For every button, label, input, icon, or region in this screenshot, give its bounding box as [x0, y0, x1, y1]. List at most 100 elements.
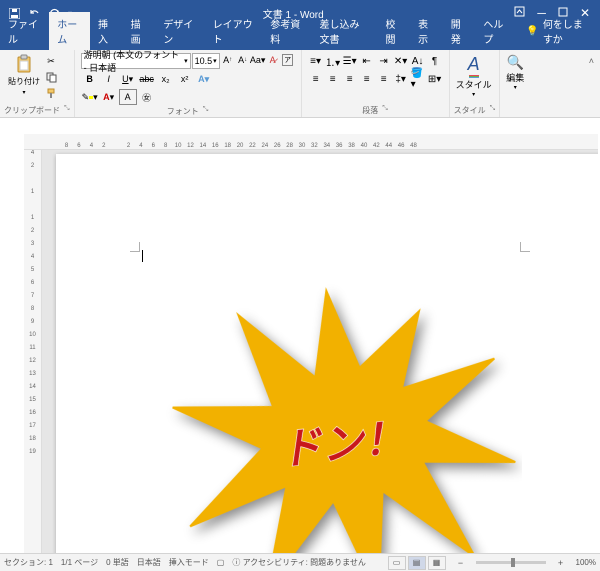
ribbon-group-clipboard: 貼り付け ▾ ✂ クリップボード ⤡: [0, 50, 75, 117]
show-marks-icon[interactable]: ¶: [427, 53, 443, 69]
align-right-icon[interactable]: ≡: [342, 71, 358, 87]
tab-insert[interactable]: 挿入: [90, 12, 123, 50]
line-spacing-icon[interactable]: ‡▾: [393, 71, 409, 87]
bullets-icon[interactable]: ≡▾: [308, 53, 324, 69]
ribbon-tabs: ファイル ホーム 挿入 描画 デザイン レイアウト 参考資料 差し込み文書 校閲…: [0, 26, 600, 50]
view-switcher: ▭ ▤ ▦: [388, 556, 446, 570]
numbering-icon[interactable]: ⒈▾: [325, 53, 341, 69]
tab-file[interactable]: ファイル: [0, 12, 49, 50]
styles-icon: A: [468, 54, 480, 75]
font-name-selector[interactable]: 游明朝 (本文のフォント - 日本語▾: [81, 53, 191, 69]
ribbon-group-font: 游明朝 (本文のフォント - 日本語▾ 10.5▾ A↑ A↓ Aa▾ A̷ ア…: [75, 50, 302, 117]
sort-icon[interactable]: A↓: [410, 53, 426, 69]
tab-home[interactable]: ホーム: [49, 12, 90, 50]
dialog-launcher-icon[interactable]: ⤡: [490, 105, 496, 116]
document-viewport: 8642246810121416182022242628303234363840…: [24, 134, 598, 553]
grow-font-icon[interactable]: A↑: [221, 53, 235, 67]
tab-developer[interactable]: 開発: [443, 12, 476, 50]
tab-references[interactable]: 参考資料: [262, 12, 311, 50]
tab-help[interactable]: ヘルプ: [475, 12, 516, 50]
dialog-launcher-icon[interactable]: ⤡: [203, 106, 209, 117]
change-case-icon[interactable]: Aa▾: [251, 53, 265, 67]
font-color-icon[interactable]: A▾: [100, 89, 118, 105]
font-group-label: フォント: [167, 106, 199, 117]
macro-record-icon[interactable]: ▢: [217, 558, 225, 567]
paragraph-group-label: 段落: [362, 105, 378, 116]
find-icon: 🔍: [507, 54, 524, 71]
zoom-slider[interactable]: [476, 561, 546, 564]
paste-label: 貼り付け: [8, 76, 40, 87]
status-lang[interactable]: 日本語: [137, 557, 161, 568]
shrink-font-icon[interactable]: A↓: [236, 53, 250, 67]
tab-layout[interactable]: レイアウト: [205, 12, 263, 50]
status-section[interactable]: セクション: 1: [4, 557, 53, 568]
editing-label: 編集: [506, 71, 524, 84]
zoom-in-icon[interactable]: +: [554, 556, 568, 570]
explosion-shape[interactable]: ドン！: [162, 280, 522, 553]
styles-label: スタイル: [456, 78, 492, 91]
italic-button[interactable]: I: [100, 71, 118, 87]
underline-button[interactable]: U▾: [119, 71, 137, 87]
increase-indent-icon[interactable]: ⇥: [376, 53, 392, 69]
align-left-icon[interactable]: ≡: [308, 71, 324, 87]
tab-mailings[interactable]: 差し込み文書: [312, 12, 378, 50]
styles-group-label: スタイル: [454, 105, 486, 116]
view-web-icon[interactable]: ▦: [428, 556, 446, 570]
status-page[interactable]: 1/1 ページ: [61, 557, 98, 568]
multilevel-icon[interactable]: ☰▾: [342, 53, 358, 69]
ribbon-group-styles: A スタイル ▾ スタイル ⤡: [450, 50, 501, 117]
cut-icon[interactable]: ✂: [44, 54, 58, 68]
tell-me[interactable]: 💡 何をしますか: [516, 12, 600, 50]
clipboard-group-label: クリップボード: [4, 105, 60, 116]
clear-format-icon[interactable]: A̷: [266, 53, 280, 67]
horizontal-ruler[interactable]: 8642246810121416182022242628303234363840…: [24, 134, 598, 150]
margin-mark-icon: [130, 242, 140, 252]
accessibility-status[interactable]: ⓘ アクセシビリティ: 問題ありません: [232, 557, 366, 568]
decrease-indent-icon[interactable]: ⇤: [359, 53, 375, 69]
font-size-selector[interactable]: 10.5▾: [192, 53, 220, 69]
bold-button[interactable]: B: [81, 71, 99, 87]
distribute-icon[interactable]: ≡: [376, 71, 392, 87]
highlight-icon[interactable]: ✎▾: [81, 89, 99, 105]
editing-button[interactable]: 🔍 編集 ▾: [504, 52, 526, 93]
status-bar: セクション: 1 1/1 ページ 0 単語 日本語 挿入モード ▢ ⓘ アクセシ…: [0, 553, 600, 571]
subscript-button[interactable]: x₂: [157, 71, 175, 87]
text-effects-icon[interactable]: A▾: [195, 71, 213, 87]
paste-button[interactable]: 貼り付け ▾: [4, 52, 44, 98]
borders-icon[interactable]: ⊞▾: [427, 71, 443, 87]
status-mode[interactable]: 挿入モード: [169, 557, 209, 568]
ribbon-group-paragraph: ≡▾ ⒈▾ ☰▾ ⇤ ⇥ ✕▾ A↓ ¶ ≡ ≡ ≡ ≡ ≡ ‡▾ 🪣▾: [302, 50, 450, 117]
enclose-char-icon[interactable]: ㊛: [138, 89, 156, 105]
dialog-launcher-icon[interactable]: ⤡: [64, 105, 70, 116]
phonetic-guide-icon[interactable]: ア: [281, 53, 295, 67]
styles-button[interactable]: A スタイル ▾: [454, 52, 494, 100]
collapse-ribbon-icon[interactable]: ˄: [589, 56, 594, 66]
margin-mark-icon: [520, 242, 530, 252]
copy-icon[interactable]: [44, 70, 58, 84]
tell-me-label: 何をしますか: [543, 16, 590, 46]
zoom-level[interactable]: 100%: [576, 558, 596, 567]
vertical-ruler[interactable]: 42112345678910111213141516171819: [24, 150, 42, 553]
superscript-button[interactable]: x²: [176, 71, 194, 87]
strikethrough-button[interactable]: abc: [138, 71, 156, 87]
char-shading-icon[interactable]: A: [119, 89, 137, 105]
clipboard-icon: [14, 54, 34, 74]
dialog-launcher-icon[interactable]: ⤡: [382, 105, 388, 116]
tab-review[interactable]: 校閲: [377, 12, 410, 50]
format-painter-icon[interactable]: [44, 86, 58, 100]
view-print-icon[interactable]: ▤: [408, 556, 426, 570]
document-area[interactable]: ドン！: [42, 150, 598, 553]
tab-design[interactable]: デザイン: [155, 12, 204, 50]
view-read-icon[interactable]: ▭: [388, 556, 406, 570]
tab-draw[interactable]: 描画: [123, 12, 156, 50]
status-words[interactable]: 0 単語: [106, 557, 129, 568]
chevron-down-icon: ▾: [22, 89, 25, 96]
align-center-icon[interactable]: ≡: [325, 71, 341, 87]
justify-icon[interactable]: ≡: [359, 71, 375, 87]
zoom-out-icon[interactable]: −: [454, 556, 468, 570]
tab-view[interactable]: 表示: [410, 12, 443, 50]
asian-layout-icon[interactable]: ✕▾: [393, 53, 409, 69]
ribbon-group-editing: 🔍 編集 ▾: [500, 50, 530, 117]
shading-icon[interactable]: 🪣▾: [410, 71, 426, 87]
ribbon: 貼り付け ▾ ✂ クリップボード ⤡ 游明朝 (本文のフォント - 日本語▾ 10…: [0, 50, 600, 118]
